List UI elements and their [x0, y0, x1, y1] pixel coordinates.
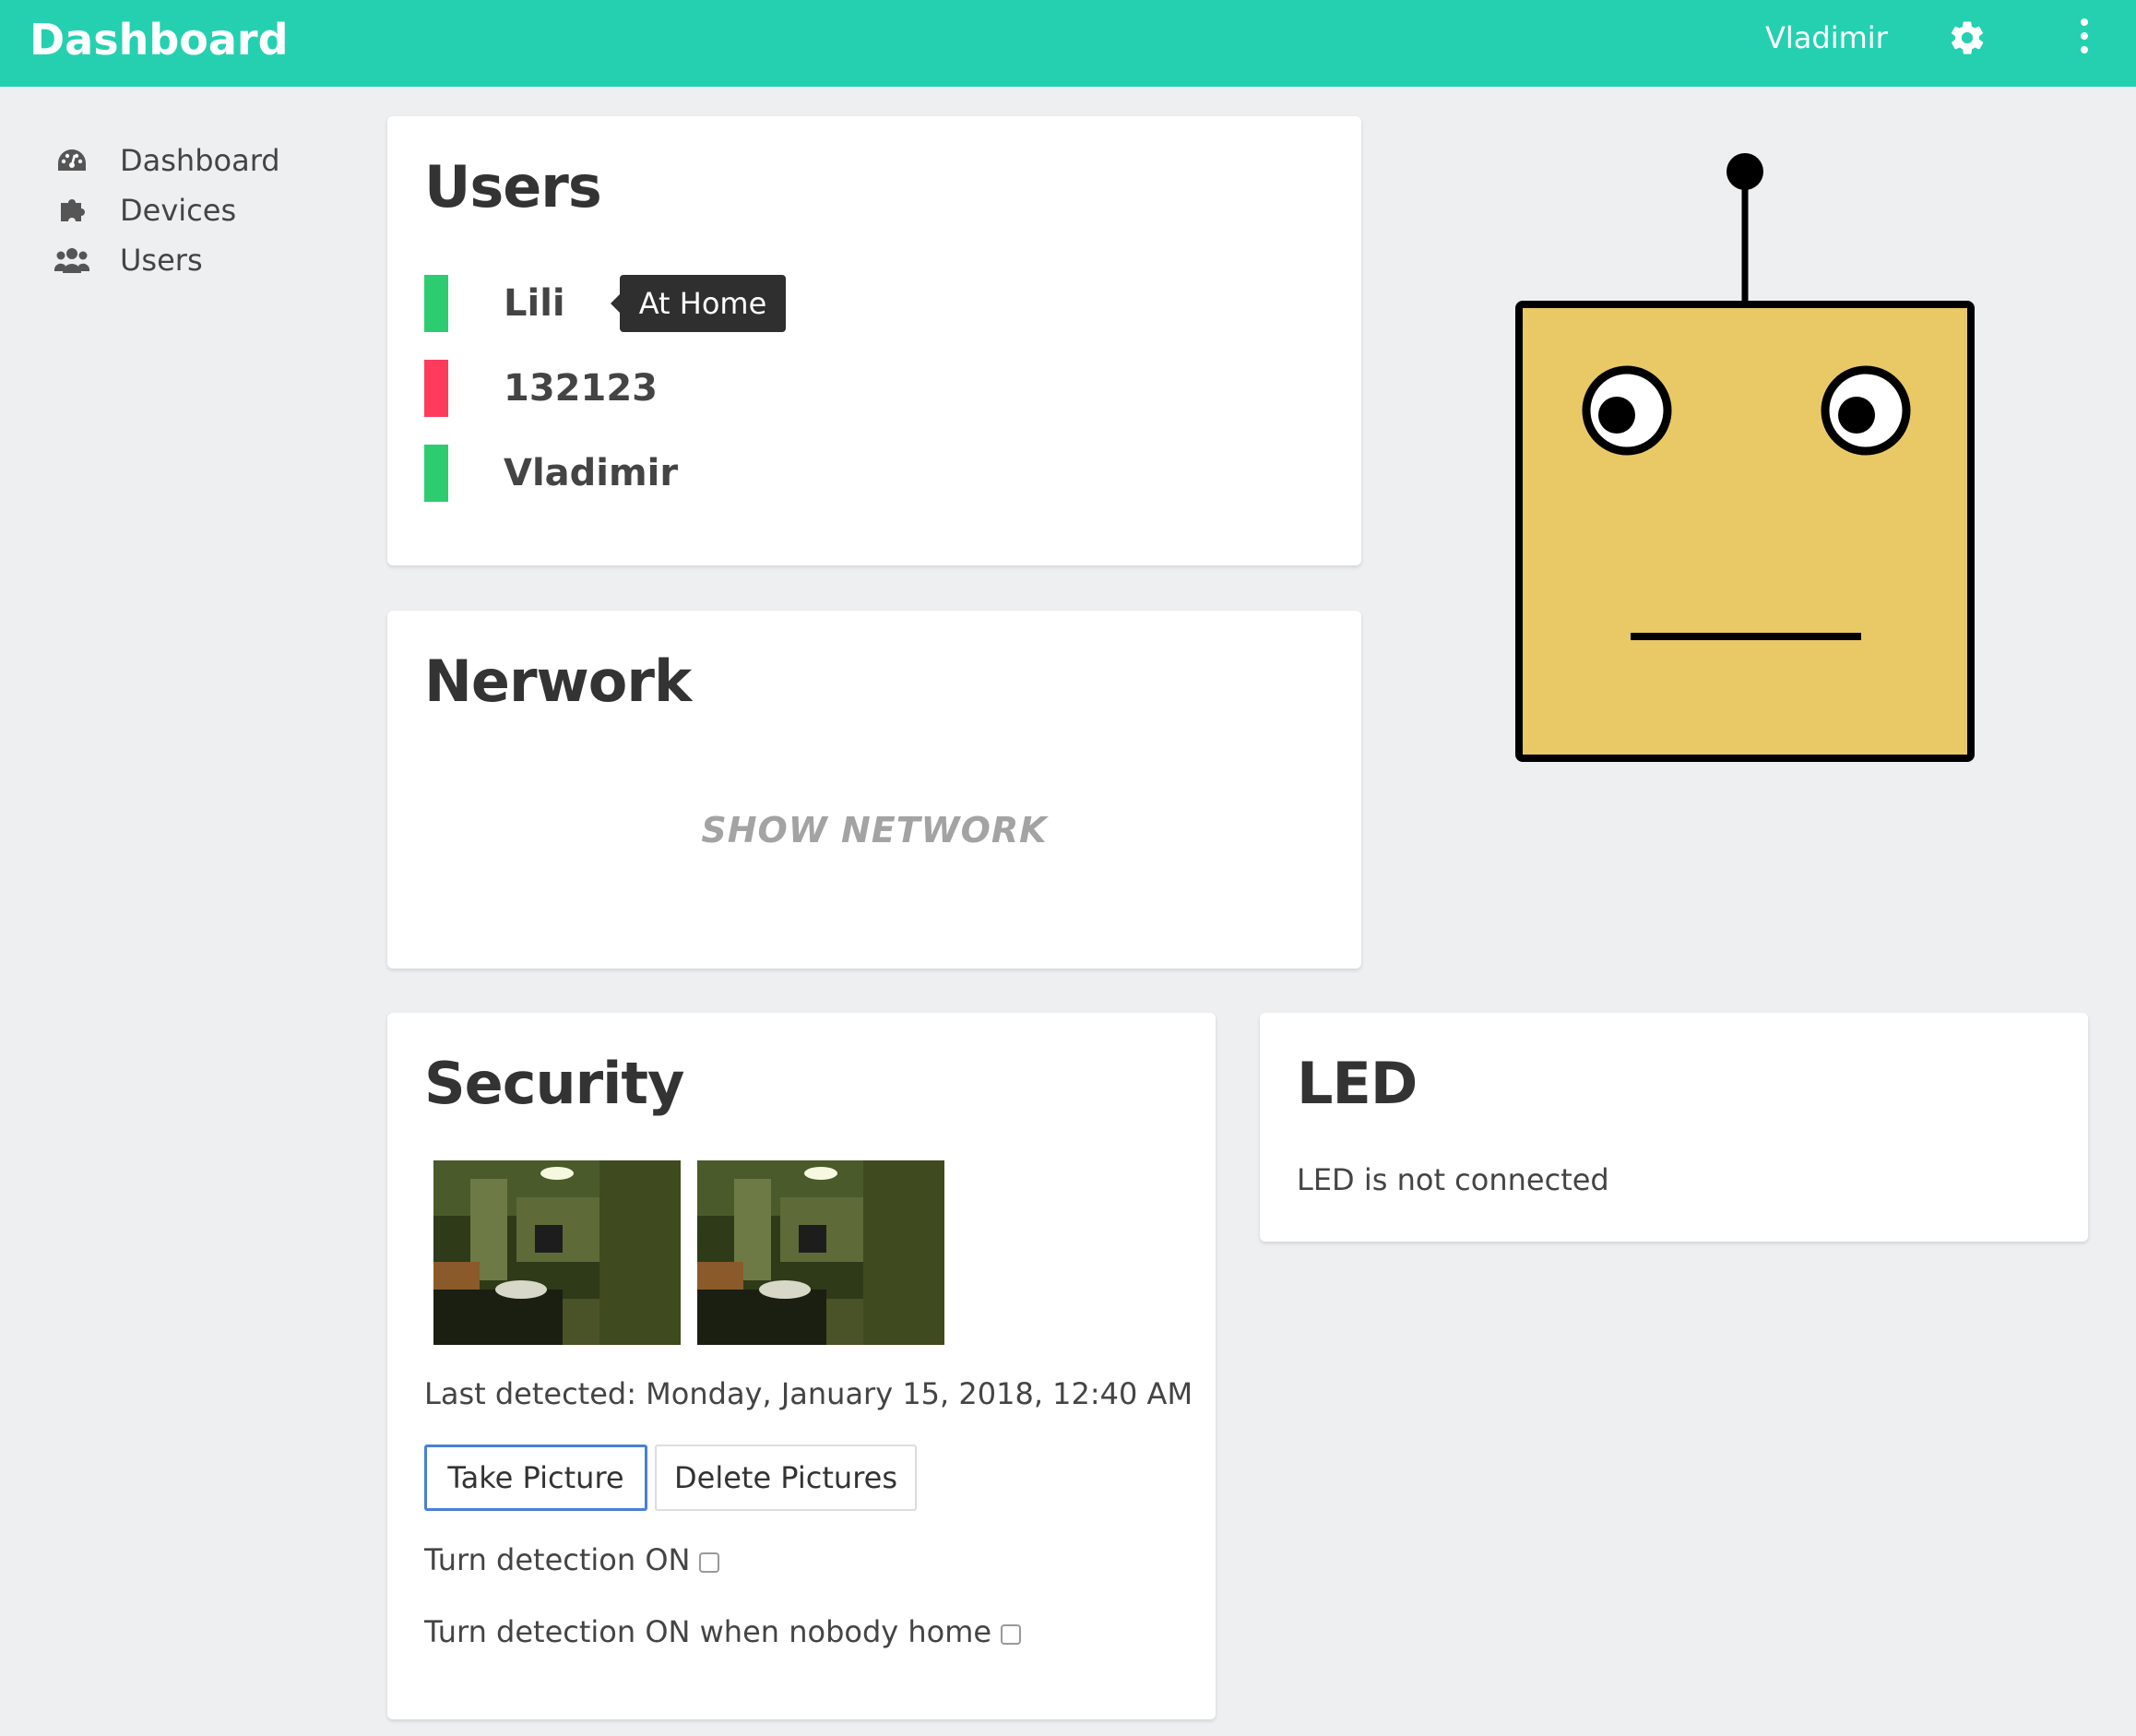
- sidebar-item-dashboard[interactable]: Dashboard: [53, 135, 280, 186]
- sidebar-item-users[interactable]: Users: [53, 234, 203, 286]
- detection-nobody-checkbox[interactable]: [1001, 1624, 1022, 1645]
- network-card-title: Nerwork: [424, 648, 692, 715]
- detection-on-checkbox[interactable]: [699, 1552, 720, 1573]
- sidebar-item-devices[interactable]: Devices: [53, 184, 236, 236]
- user-row[interactable]: Lili: [424, 275, 565, 332]
- users-icon: [53, 242, 90, 279]
- gear-icon[interactable]: [1948, 18, 1987, 57]
- led-card: LED LED is not connected: [1260, 1013, 2088, 1242]
- kebab-menu-icon[interactable]: [2071, 17, 2097, 57]
- sidebar-item-label: Users: [120, 243, 203, 278]
- show-network-button[interactable]: SHOW NETWORK: [387, 810, 1361, 850]
- dashboard-icon: [53, 142, 90, 179]
- last-detected-text: Last detected: Monday, January 15, 2018,…: [424, 1376, 1193, 1411]
- current-user-name[interactable]: Vladimir: [1765, 20, 1888, 55]
- user-row[interactable]: 132123: [424, 360, 658, 417]
- detection-nobody-row: Turn detection ON when nobody home: [424, 1614, 1022, 1649]
- network-card: Nerwork SHOW NETWORK: [387, 611, 1361, 969]
- security-photo[interactable]: [697, 1160, 944, 1345]
- security-card: Security Last detected: Monday, January …: [387, 1013, 1216, 1719]
- users-card: Users Lili 132123 Vladimir: [387, 116, 1361, 565]
- user-name: Lili: [504, 282, 565, 325]
- status-indicator: [424, 275, 448, 332]
- sidebar-item-label: Devices: [120, 193, 237, 228]
- detection-on-row: Turn detection ON: [424, 1542, 720, 1577]
- led-status-text: LED is not connected: [1297, 1162, 1609, 1197]
- user-name: 132123: [504, 367, 658, 410]
- robot-face-illustration: [1515, 153, 1975, 762]
- status-indicator: [424, 360, 448, 417]
- led-card-title: LED: [1297, 1050, 1418, 1117]
- users-card-title: Users: [424, 153, 602, 220]
- delete-pictures-button[interactable]: Delete Pictures: [655, 1445, 917, 1511]
- detection-nobody-label: Turn detection ON when nobody home: [424, 1614, 992, 1649]
- take-picture-button[interactable]: Take Picture: [424, 1445, 647, 1511]
- sidebar-item-label: Dashboard: [120, 143, 280, 178]
- app-title[interactable]: Dashboard: [30, 15, 289, 65]
- user-row[interactable]: Vladimir: [424, 445, 678, 502]
- status-indicator: [424, 445, 448, 502]
- user-name: Vladimir: [504, 452, 679, 494]
- status-tooltip: At Home: [611, 275, 786, 332]
- security-card-title: Security: [424, 1050, 684, 1117]
- security-photo[interactable]: [433, 1160, 681, 1345]
- top-bar: Dashboard Vladimir: [0, 0, 2136, 87]
- detection-on-label: Turn detection ON: [424, 1542, 691, 1577]
- puzzle-icon: [53, 192, 90, 229]
